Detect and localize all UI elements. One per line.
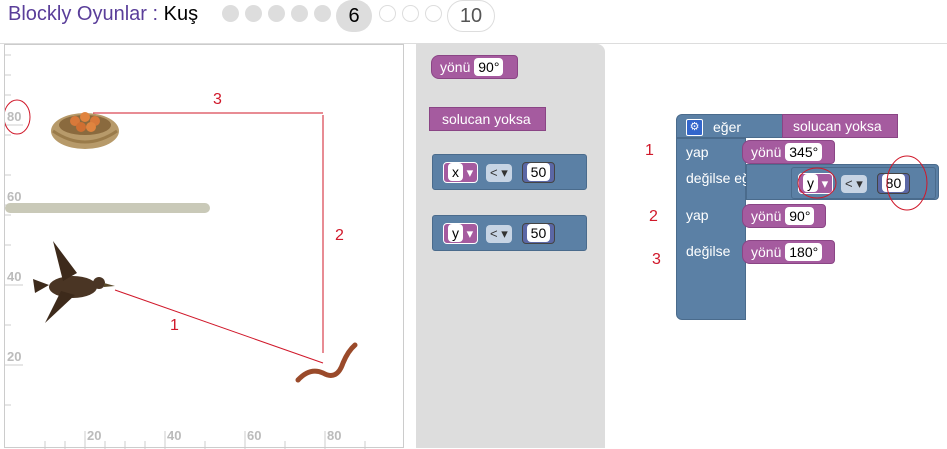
compare-block[interactable]: y ▾ < ▾ 80: [791, 167, 936, 199]
nest-icon: [51, 112, 119, 149]
level-dot-1[interactable]: [222, 5, 239, 22]
compare-y-op[interactable]: < ▾: [486, 225, 512, 243]
bird-icon: [33, 241, 115, 323]
compare-y-var-label: y: [448, 224, 463, 242]
toolbox-compare-x-block[interactable]: x ▾ < ▾ 50: [432, 154, 587, 190]
worm-block-label: solucan yoksa: [442, 111, 531, 127]
path-label-2: 2: [335, 227, 344, 244]
worm-icon: [295, 342, 358, 383]
heading-1-value[interactable]: 345°: [785, 143, 823, 161]
rule-label-2: 2: [649, 208, 658, 225]
game-stage: 80 60 40 20 20 40 60 80 3 2 1: [4, 44, 404, 449]
app-name-link[interactable]: Blockly Oyunlar: [8, 3, 147, 25]
do-label-2: yap: [686, 207, 709, 223]
x-tick-40: 40: [167, 428, 181, 443]
if-label: eğer: [713, 119, 742, 135]
y-tick-60: 60: [7, 189, 21, 204]
heading-block-1[interactable]: yönü 345°: [742, 140, 835, 164]
compare-y-op-label: <: [490, 226, 498, 241]
compare-x-number[interactable]: 50: [521, 162, 556, 183]
cond-value[interactable]: 80: [881, 174, 906, 192]
else-label: değilse: [686, 243, 731, 259]
compare-y-value[interactable]: 50: [526, 224, 551, 242]
heading-block-3[interactable]: yönü 180°: [742, 240, 835, 264]
cond-op-dropdown[interactable]: < ▾: [841, 175, 867, 193]
compare-x-value[interactable]: 50: [526, 163, 551, 181]
game-name: Kuş: [163, 3, 199, 25]
toolbox-worm-block[interactable]: solucan yoksa: [429, 107, 546, 131]
path-line-1: [114, 289, 324, 364]
condition-label: solucan yoksa: [793, 118, 882, 134]
level-dot-2[interactable]: [245, 5, 262, 22]
heading-block-label: yönü: [440, 59, 471, 75]
toolbox-heading-block[interactable]: yönü 90°: [431, 55, 518, 79]
if-block-body[interactable]: yap değilse eğer yap değilse: [676, 138, 762, 320]
header-bar: Blockly Oyunlar : Kuş 6 10: [0, 0, 947, 38]
heading-2-value[interactable]: 90°: [785, 207, 815, 225]
y-tick-80: 80: [7, 109, 21, 124]
level-dot-9[interactable]: [425, 5, 442, 22]
level-current[interactable]: 6: [336, 0, 372, 32]
x-tick-20: 20: [87, 428, 101, 443]
gear-icon[interactable]: ⚙: [686, 119, 703, 136]
rule-label-1: 1: [645, 142, 654, 159]
heading-2-label: yönü: [751, 208, 782, 224]
cond-op-label: <: [845, 176, 853, 191]
condition-worm-block[interactable]: solucan yoksa: [782, 114, 898, 138]
level-dot-3[interactable]: [268, 5, 285, 22]
path-label-1: 1: [170, 317, 179, 334]
title-separator: :: [146, 3, 164, 25]
compare-y-number[interactable]: 50: [521, 223, 556, 244]
toolbox-compare-y-block[interactable]: y ▾ < ▾ 50: [432, 215, 587, 251]
compare-x-var-label: x: [448, 163, 463, 181]
workspace: ⚙ eğer solucan yoksa yap değilse eğer ya…: [606, 44, 947, 448]
path-label-3: 3: [213, 91, 222, 108]
do-label-1: yap: [686, 144, 709, 160]
x-tick-80: 80: [327, 428, 341, 443]
level-dot-5[interactable]: [314, 5, 331, 22]
page-title: Blockly Oyunlar : Kuş: [8, 3, 198, 26]
cond-number[interactable]: 80: [876, 173, 911, 194]
compare-x-op-label: <: [490, 165, 498, 180]
compare-y-var[interactable]: y ▾: [443, 223, 479, 244]
compare-x-var[interactable]: x ▾: [443, 162, 479, 183]
rule-label-3: 3: [652, 251, 661, 268]
level-dot-7[interactable]: [379, 5, 396, 22]
x-tick-60: 60: [247, 428, 261, 443]
level-dot-8[interactable]: [402, 5, 419, 22]
y-tick-40: 40: [7, 269, 21, 284]
heading-block-2[interactable]: yönü 90°: [742, 204, 826, 228]
if-block-header[interactable]: ⚙ eğer: [676, 114, 786, 138]
toolbox: yönü 90° solucan yoksa x ▾ < ▾ 50 y ▾ < …: [416, 44, 605, 448]
heading-1-label: yönü: [751, 144, 782, 160]
heading-3-value[interactable]: 180°: [785, 243, 823, 261]
level-dot-4[interactable]: [291, 5, 308, 22]
wall: [5, 203, 210, 213]
cond-var-dropdown[interactable]: y ▾: [798, 173, 834, 194]
compare-x-op[interactable]: < ▾: [486, 164, 512, 182]
heading-3-label: yönü: [751, 244, 782, 260]
y-tick-20: 20: [7, 349, 21, 364]
level-last[interactable]: 10: [447, 0, 495, 32]
heading-block-value[interactable]: 90°: [474, 58, 504, 76]
cond-var-label: y: [803, 174, 818, 192]
